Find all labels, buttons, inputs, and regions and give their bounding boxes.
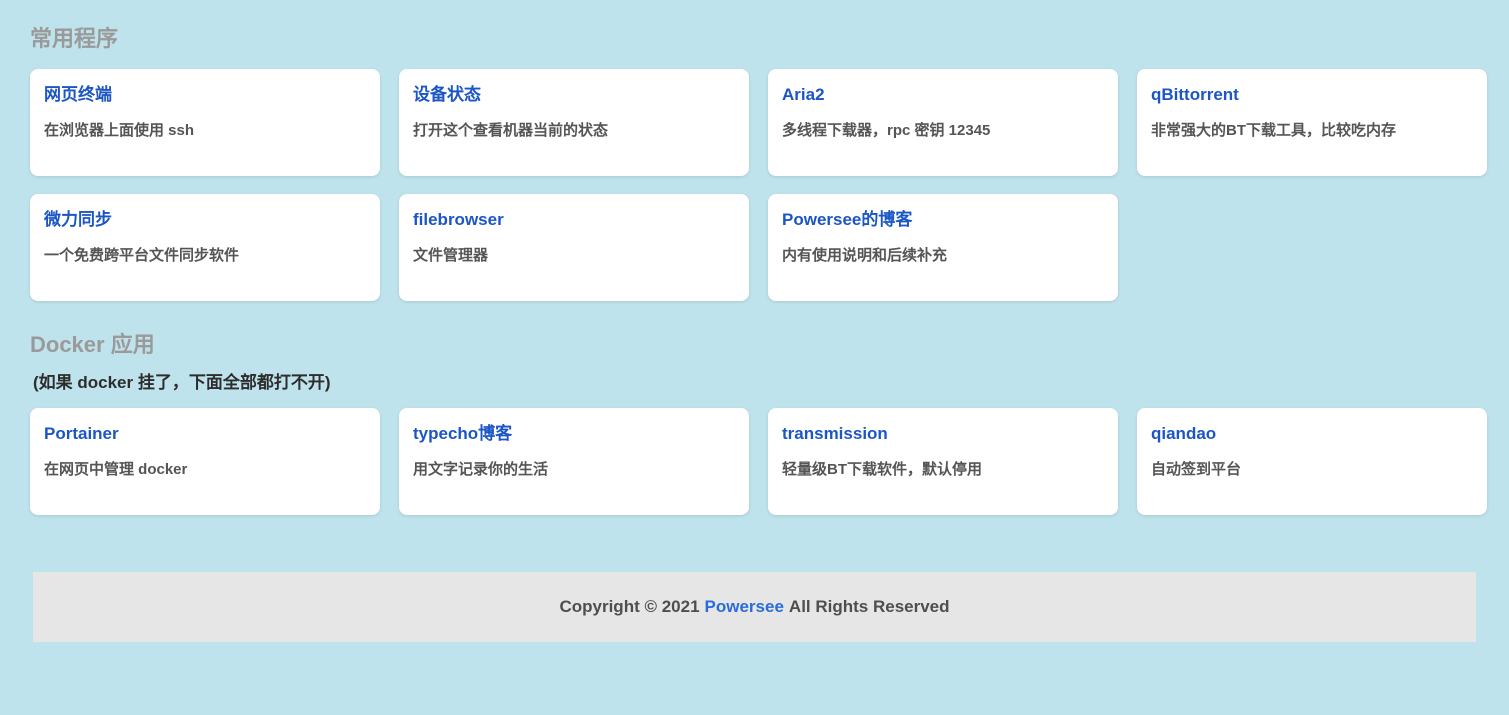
app-card-aria2: Aria2 多线程下载器，rpc 密钥 12345 [768,69,1118,176]
footer-bar: Copyright © 2021 Powersee All Rights Res… [33,572,1476,642]
app-link-filebrowser[interactable]: filebrowser [413,209,504,231]
app-link-qiandao[interactable]: qiandao [1151,423,1216,445]
app-desc-typecho: 用文字记录你的生活 [413,460,735,480]
app-card-verysync: 微力同步 一个免费跨平台文件同步软件 [30,194,380,301]
app-desc-web-terminal: 在浏览器上面使用 ssh [44,121,366,141]
docker-section-note: (如果 docker 挂了，下面全部都打不开) [33,372,1487,394]
app-desc-powersee-blog: 内有使用说明和后续补充 [782,246,1104,266]
app-card-portainer: Portainer 在网页中管理 docker [30,408,380,515]
footer-powersee-link[interactable]: Powersee [705,597,784,617]
app-link-transmission[interactable]: transmission [782,423,888,445]
app-card-powersee-blog: Powersee的博客 内有使用说明和后续补充 [768,194,1118,301]
app-link-verysync[interactable]: 微力同步 [44,209,112,231]
app-desc-filebrowser: 文件管理器 [413,246,735,266]
docker-apps-grid: Portainer 在网页中管理 docker typecho博客 用文字记录你… [30,408,1487,515]
page-background: { "colors": { "page_background": "#bfe3e… [0,0,1509,715]
section-heading-common-apps: 常用程序 [30,0,1487,52]
app-card-qbittorrent: qBittorrent 非常强大的BT下载工具，比较吃内存 [1137,69,1487,176]
footer-copyright-suffix: All Rights Reserved [789,597,950,617]
app-desc-portainer: 在网页中管理 docker [44,460,366,480]
app-desc-qiandao: 自动签到平台 [1151,460,1473,480]
app-card-typecho: typecho博客 用文字记录你的生活 [399,408,749,515]
app-desc-transmission: 轻量级BT下载软件，默认停用 [782,460,1104,480]
app-desc-verysync: 一个免费跨平台文件同步软件 [44,246,366,266]
section-heading-docker-apps: Docker 应用 [30,332,1487,358]
app-card-web-terminal: 网页终端 在浏览器上面使用 ssh [30,69,380,176]
app-desc-aria2: 多线程下载器，rpc 密钥 12345 [782,121,1104,141]
app-card-qiandao: qiandao 自动签到平台 [1137,408,1487,515]
app-desc-device-status: 打开这个查看机器当前的状态 [413,121,735,141]
app-link-typecho[interactable]: typecho博客 [413,423,512,445]
app-link-portainer[interactable]: Portainer [44,423,119,445]
main-container: 常用程序 网页终端 在浏览器上面使用 ssh 设备状态 打开这个查看机器当前的状… [0,0,1509,515]
app-card-device-status: 设备状态 打开这个查看机器当前的状态 [399,69,749,176]
app-link-device-status[interactable]: 设备状态 [413,84,481,106]
app-card-filebrowser: filebrowser 文件管理器 [399,194,749,301]
app-desc-qbittorrent: 非常强大的BT下载工具，比较吃内存 [1151,121,1473,141]
app-card-transmission: transmission 轻量级BT下载软件，默认停用 [768,408,1118,515]
app-link-powersee-blog[interactable]: Powersee的博客 [782,209,912,231]
app-link-aria2[interactable]: Aria2 [782,84,825,106]
app-link-qbittorrent[interactable]: qBittorrent [1151,84,1239,106]
footer-copyright-prefix: Copyright © 2021 [559,597,699,617]
common-apps-grid: 网页终端 在浏览器上面使用 ssh 设备状态 打开这个查看机器当前的状态 Ari… [30,69,1487,301]
app-link-web-terminal[interactable]: 网页终端 [44,84,112,106]
